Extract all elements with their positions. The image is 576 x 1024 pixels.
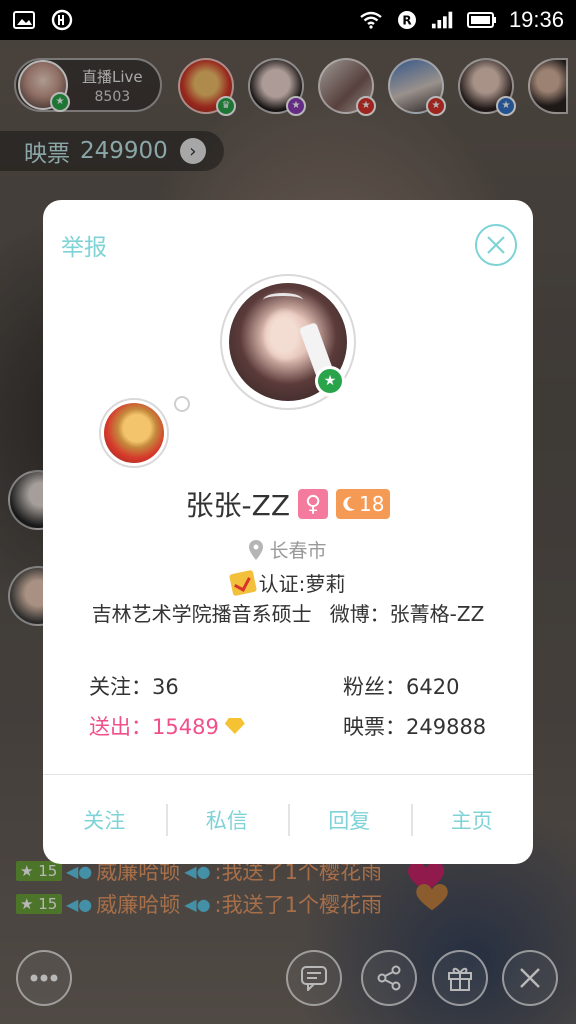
location-row: 长春市 — [43, 536, 533, 563]
weibo-text: 微博：张菁格-ZZ — [329, 602, 485, 626]
following-count: 关注：36 — [89, 675, 179, 699]
diamond-icon — [224, 718, 245, 734]
signal-icon — [431, 10, 455, 30]
name-row: 张张-ZZ ♀ 18 — [43, 484, 533, 524]
sync-icon — [50, 9, 74, 31]
battery-icon — [466, 10, 497, 30]
location-text: 长春市 — [269, 540, 327, 562]
thought-bubble-dot — [174, 396, 190, 412]
homepage-button[interactable]: 主页 — [410, 803, 534, 836]
bio-row: 吉林艺术学院播音系硕士 微博：张菁格-ZZ — [43, 598, 533, 627]
reply-button[interactable]: 回复 — [288, 803, 411, 836]
fans-count: 粉丝：6420 — [343, 675, 460, 699]
ticket-count: 映票：249888 — [343, 715, 487, 739]
r-icon: R — [395, 10, 419, 30]
certification-row: 认证:萝莉 — [43, 568, 533, 597]
user-name: 张张-ZZ — [185, 489, 290, 522]
moon-icon — [343, 496, 355, 511]
location-pin-icon — [249, 539, 264, 560]
level-value: 18 — [359, 492, 385, 516]
svg-text:R: R — [402, 14, 411, 28]
report-link[interactable]: 举报 — [61, 228, 107, 262]
sent-count: 送出：15489 — [89, 715, 219, 739]
stats-block: 关注：36 粉丝：6420 送出：15489 映票：249888 — [89, 666, 509, 746]
wifi-icon — [359, 10, 383, 30]
school-text: 吉林艺术学院播音系硕士 — [91, 602, 312, 626]
follow-button[interactable]: 关注 — [43, 805, 166, 835]
certificate-icon — [228, 569, 257, 596]
clock: 19:36 — [508, 7, 564, 32]
status-bar: R 19:36 — [0, 0, 576, 40]
level-badge: 18 — [336, 489, 391, 519]
guest-avatar[interactable] — [99, 398, 169, 468]
guest-photo — [104, 403, 164, 463]
profile-dialog: 举报 ★ 张张-ZZ ♀ 18 长春市 认证:萝莉 吉林艺术学院播音系硕士 微博：… — [43, 200, 533, 864]
female-icon: ♀ — [298, 489, 328, 519]
image-icon — [12, 10, 36, 30]
dialog-close-button[interactable] — [475, 224, 517, 266]
action-bar: 关注 私信 回复 主页 — [43, 775, 533, 864]
tiara-shape — [263, 293, 303, 307]
star-badge-icon: ★ — [315, 366, 345, 396]
message-button[interactable]: 私信 — [165, 803, 289, 836]
certification-text: 认证:萝莉 — [258, 572, 346, 596]
close-icon — [487, 236, 505, 254]
